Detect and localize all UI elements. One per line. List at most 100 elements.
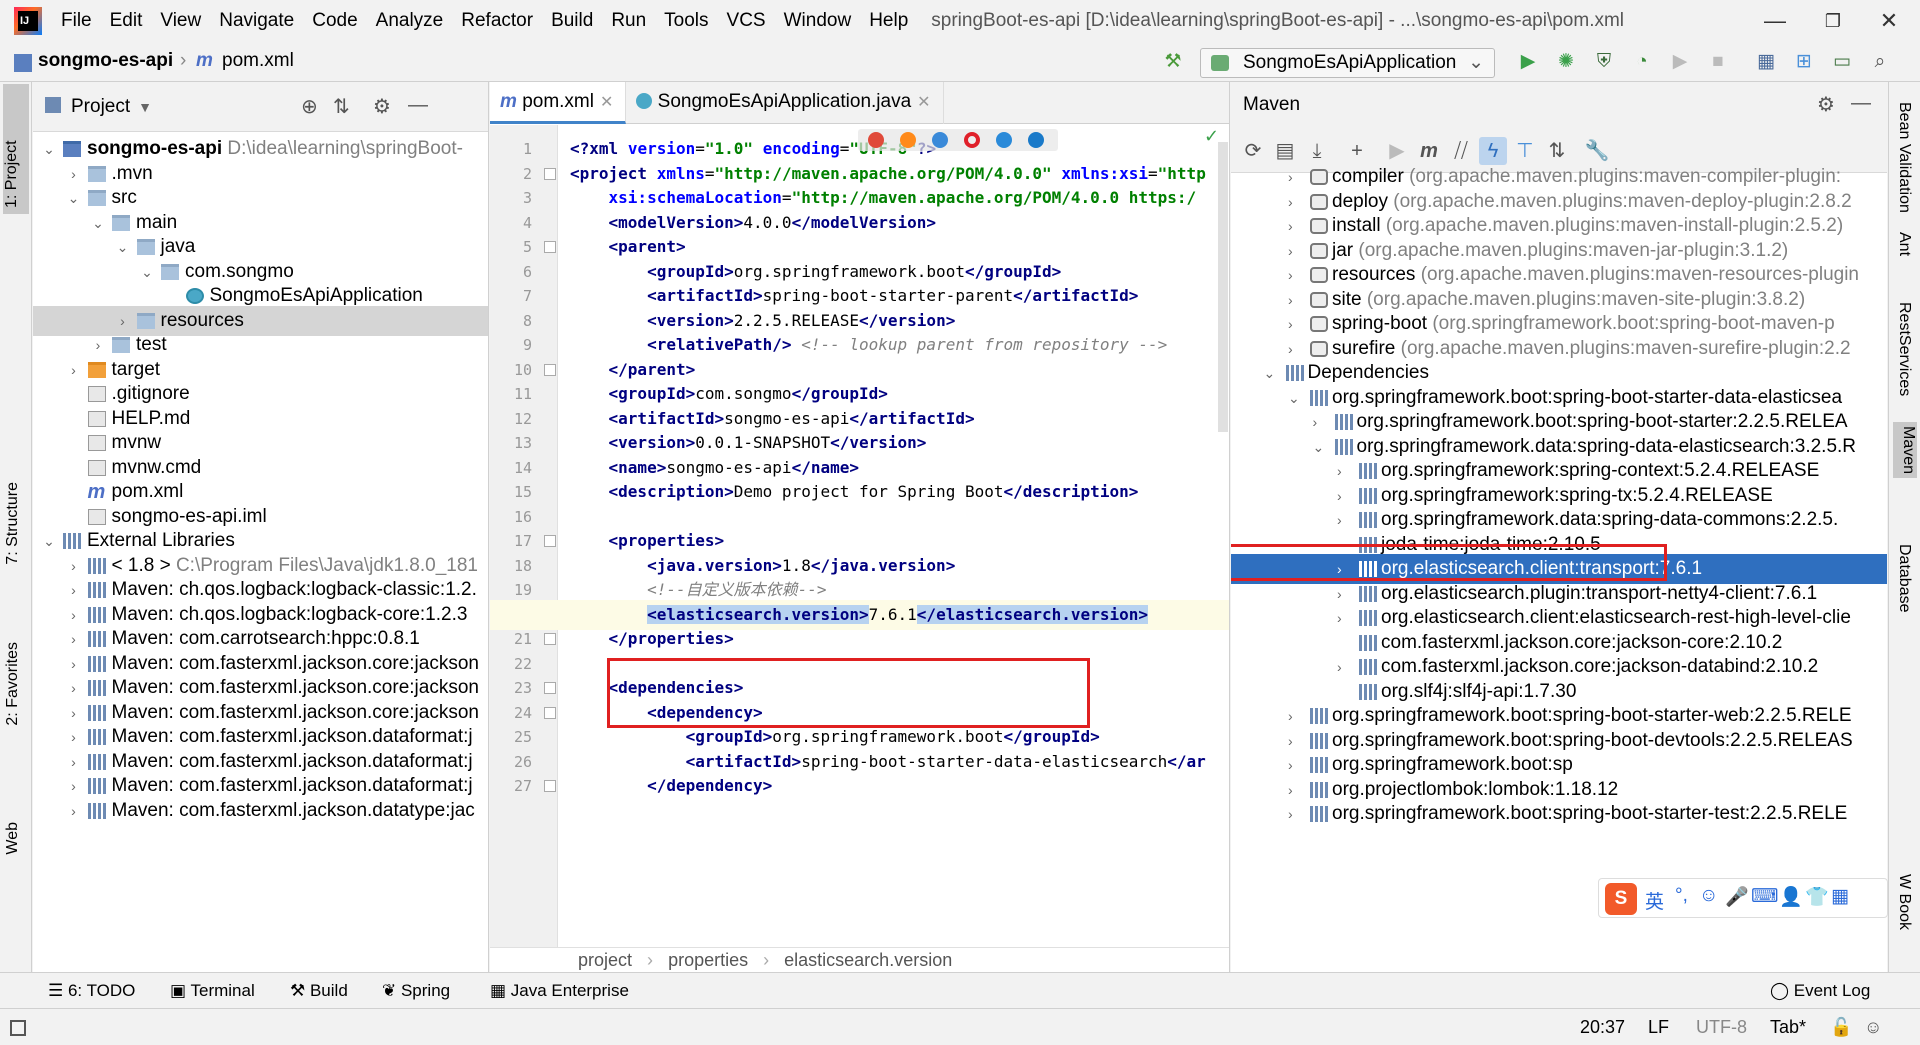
terminal-window-icon[interactable]: ▭: [1829, 50, 1855, 74]
add-folder-icon[interactable]: ▤: [1271, 137, 1299, 165]
maven-tree-node[interactable]: › org.springframework.boot:spring-boot-st…: [1231, 799, 1887, 829]
punctuation-icon[interactable]: °,: [1675, 885, 1688, 907]
menu-help[interactable]: Help: [869, 10, 908, 32]
toggle-tool-windows-icon[interactable]: [10, 1020, 26, 1036]
emoji-icon[interactable]: ☺: [1699, 885, 1718, 907]
inspector-icon[interactable]: ☺: [1864, 1017, 1882, 1038]
show-dependencies-icon[interactable]: ⊤: [1511, 137, 1539, 165]
tool-tab-todo[interactable]: ☰ 6: TODO: [48, 981, 135, 1001]
fold-marker-icon[interactable]: [544, 167, 556, 180]
breadcrumb-project[interactable]: songmo-es-api: [38, 50, 173, 72]
tool-tab-restservices[interactable]: RestServices: [1895, 302, 1913, 396]
indent-setting[interactable]: Tab*: [1770, 1017, 1806, 1038]
menu-run[interactable]: Run: [611, 10, 646, 32]
debug-icon[interactable]: ✺: [1553, 50, 1579, 74]
locate-icon[interactable]: ⊕: [301, 94, 318, 119]
run-icon[interactable]: ▶: [1515, 50, 1541, 74]
fold-marker-icon[interactable]: [544, 780, 556, 792]
wrench-icon[interactable]: 🔧: [1583, 137, 1611, 165]
keyboard-icon[interactable]: ⌨: [1751, 885, 1778, 908]
tool-tab-ant[interactable]: Ant: [1895, 232, 1913, 256]
ie-icon[interactable]: [996, 132, 1012, 148]
coverage-icon[interactable]: ⛨: [1591, 50, 1617, 74]
firefox-icon[interactable]: [900, 132, 916, 148]
close-icon[interactable]: ✕: [1866, 6, 1912, 36]
tool-tab-favorites[interactable]: 2: Favorites: [4, 642, 22, 726]
user-icon[interactable]: 👤: [1779, 885, 1803, 909]
breadcrumb-item[interactable]: project: [578, 950, 632, 970]
collapse-all-icon[interactable]: ⇅: [1543, 137, 1571, 165]
tool-tab-build[interactable]: ⚒ Build: [290, 981, 348, 1001]
vertical-scrollbar[interactable]: [1218, 142, 1228, 432]
opera-icon[interactable]: [964, 132, 980, 148]
breadcrumb-item[interactable]: elasticsearch.version: [784, 950, 952, 970]
tool-tab-bean-validation[interactable]: Bean Validation: [1895, 102, 1913, 213]
menu-window[interactable]: Window: [784, 10, 852, 32]
inspection-ok-icon[interactable]: ✓: [1204, 126, 1219, 147]
file-encoding[interactable]: UTF-8: [1696, 1017, 1747, 1038]
caret-position[interactable]: 20:37: [1580, 1017, 1625, 1038]
chevron-right-icon[interactable]: ›: [66, 796, 82, 826]
menu-code[interactable]: Code: [312, 10, 357, 32]
toggle-offline-icon[interactable]: ⧸⧸: [1447, 137, 1475, 165]
tool-tab-event-log[interactable]: ◯ Event Log: [1770, 981, 1870, 1001]
tool-tab-book[interactable]: W Book: [1895, 874, 1913, 930]
tool-tab-terminal[interactable]: ▣ Terminal: [170, 981, 255, 1001]
breadcrumb-item[interactable]: properties: [668, 950, 748, 970]
search-icon[interactable]: ⌕: [1867, 50, 1893, 74]
reload-icon[interactable]: ⟳: [1239, 137, 1267, 165]
ime-lang[interactable]: 英: [1645, 887, 1664, 914]
menu-vcs[interactable]: VCS: [727, 10, 766, 32]
maven-goal-icon[interactable]: m: [1415, 137, 1443, 165]
download-icon[interactable]: ⤓: [1303, 137, 1331, 165]
menu-analyze[interactable]: Analyze: [376, 10, 444, 32]
build-hammer-icon[interactable]: ⚒: [1160, 50, 1186, 74]
project-panel-title[interactable]: Project: [71, 96, 130, 118]
edge-icon[interactable]: [1028, 132, 1044, 148]
hide-icon[interactable]: —: [1851, 92, 1871, 115]
project-structure-icon[interactable]: ▦: [1753, 50, 1779, 74]
profile-icon[interactable]: ◔: [1629, 50, 1655, 74]
fold-marker-icon[interactable]: [544, 241, 556, 253]
run-configuration-select[interactable]: SongmoEsApiApplication ⌄: [1200, 48, 1495, 78]
menu-build[interactable]: Build: [551, 10, 593, 32]
toolbox-icon[interactable]: ▦: [1831, 885, 1849, 908]
chevron-right-icon[interactable]: ›: [1288, 799, 1293, 829]
code-area[interactable]: <?xml version="1.0" encoding="UTF-8"?><p…: [490, 125, 1229, 947]
collapse-all-icon[interactable]: ⇅: [333, 94, 350, 119]
menu-refactor[interactable]: Refactor: [461, 10, 533, 32]
tool-tab-maven[interactable]: Maven: [1893, 422, 1917, 479]
sogou-icon[interactable]: S: [1605, 883, 1637, 915]
tool-tab-web[interactable]: Web: [4, 822, 22, 855]
menu-tools[interactable]: Tools: [664, 10, 708, 32]
menu-edit[interactable]: Edit: [110, 10, 143, 32]
safari-icon[interactable]: [932, 132, 948, 148]
chrome-icon[interactable]: [868, 132, 884, 148]
close-icon[interactable]: ✕: [917, 94, 930, 111]
microphone-icon[interactable]: 🎤: [1725, 885, 1749, 909]
close-icon[interactable]: ✕: [600, 94, 613, 111]
skin-icon[interactable]: 👕: [1805, 885, 1829, 909]
tab-application-java[interactable]: SongmoEsApiApplication.java ✕: [626, 82, 944, 124]
menu-navigate[interactable]: Navigate: [219, 10, 294, 32]
chevron-down-icon[interactable]: ▼: [138, 99, 152, 115]
fold-marker-icon[interactable]: [544, 706, 556, 719]
menu-view[interactable]: View: [160, 10, 201, 32]
lock-icon[interactable]: 🔓: [1830, 1017, 1852, 1038]
fold-marker-icon[interactable]: [544, 363, 556, 376]
tool-tab-database[interactable]: Database: [1895, 544, 1913, 613]
tab-pom-xml[interactable]: m pom.xml ✕: [490, 82, 627, 124]
gear-icon[interactable]: ⚙: [373, 94, 391, 119]
add-icon[interactable]: +: [1343, 137, 1371, 165]
restore-icon[interactable]: ❐: [1810, 6, 1856, 36]
tool-tab-project[interactable]: 1: Project: [3, 84, 29, 214]
line-separator[interactable]: LF: [1648, 1017, 1669, 1038]
fold-marker-icon[interactable]: [544, 535, 556, 547]
fold-marker-icon[interactable]: [544, 682, 556, 694]
fold-marker-icon[interactable]: [544, 633, 556, 645]
tree-node[interactable]: › Maven: com.fasterxml.jackson.datatype:j…: [33, 796, 488, 826]
menu-file[interactable]: File: [61, 10, 92, 32]
minimize-icon[interactable]: —: [1752, 6, 1798, 36]
hide-icon[interactable]: —: [408, 94, 428, 117]
tool-tab-java-enterprise[interactable]: ▦ Java Enterprise: [490, 981, 629, 1001]
